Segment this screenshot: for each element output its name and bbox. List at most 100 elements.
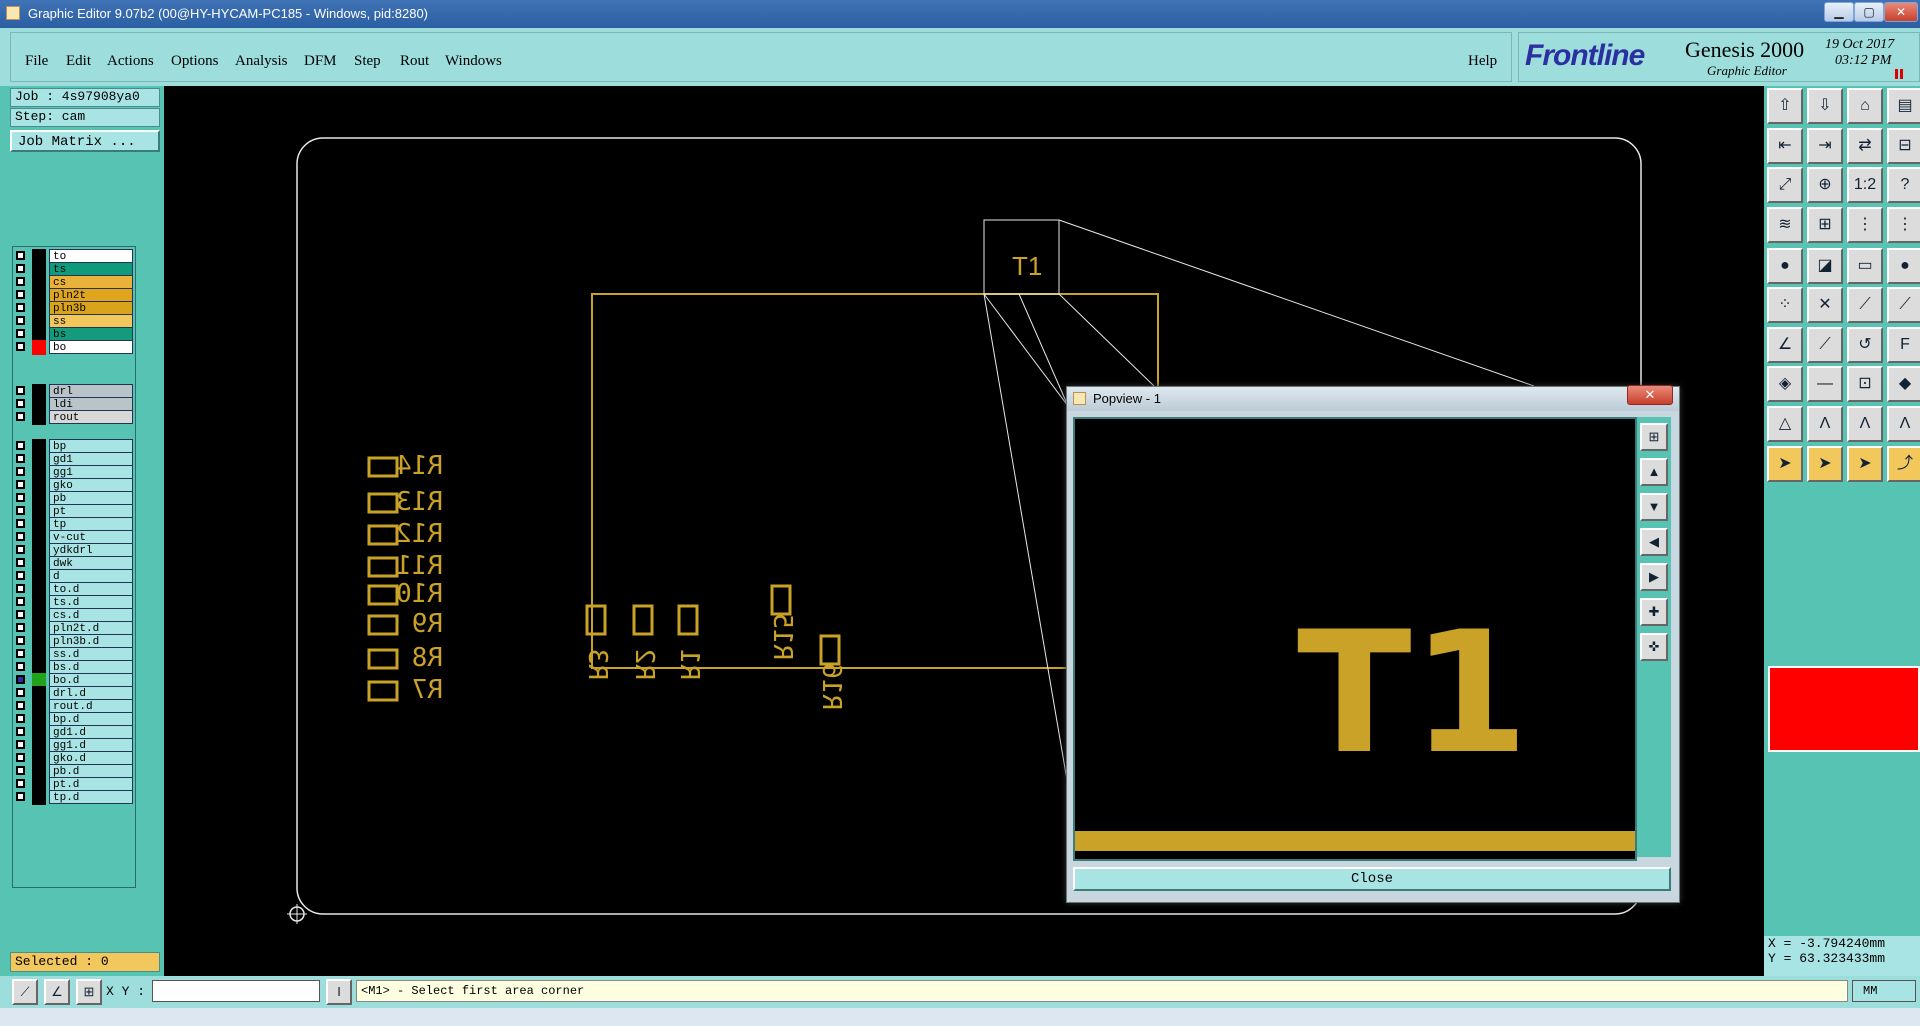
layer-name[interactable]: pt.d [49,777,133,791]
layer-name[interactable]: pln3b [49,301,133,315]
layer-checkbox[interactable] [16,584,25,593]
layer-checkbox[interactable] [16,342,25,351]
layer-row-rout[interactable]: rout [13,410,135,425]
popview-zoom-home-icon[interactable]: ⊞ [1640,423,1668,451]
layer-down-icon[interactable]: ⇩ [1807,88,1843,124]
xy-input[interactable] [152,980,320,1002]
layer-name[interactable]: rout [49,410,133,424]
drill-icon[interactable]: ◈ [1767,366,1803,403]
layer-name[interactable]: bo [49,340,133,354]
select-area-icon[interactable]: ➤ [1847,445,1883,482]
popview-pan-right-icon[interactable]: ▶ [1640,563,1668,591]
minimize-button[interactable]: ▁ [1824,2,1854,22]
menu-analysis[interactable]: Analysis [235,53,288,70]
popview-pan-down-icon[interactable]: ▼ [1640,493,1668,521]
panel-icon[interactable]: ▤ [1887,88,1920,124]
peak-alt-icon[interactable]: Λ [1847,406,1883,442]
layer-checkbox[interactable] [16,779,25,788]
layer-name[interactable]: tp [49,517,133,531]
layer-checkbox[interactable] [16,545,25,554]
popview-close-button[interactable]: Close [1073,867,1671,891]
grid-icon[interactable]: ⊞ [76,979,102,1005]
layer-checkbox[interactable] [16,766,25,775]
split-icon[interactable]: ⊟ [1887,127,1920,164]
layer-checkbox[interactable] [16,558,25,567]
layer-name[interactable]: rout.d [49,699,133,713]
menu-options[interactable]: Options [171,53,219,70]
layer-checkbox[interactable] [16,727,25,736]
layer-name[interactable]: gd1.d [49,725,133,739]
layer-checkbox[interactable] [16,493,25,502]
layer-name[interactable]: ts [49,262,133,276]
menu-help[interactable]: Help [1468,53,1497,70]
layer-checkbox[interactable] [16,316,25,325]
popview-close-icon[interactable]: ✕ [1627,385,1673,405]
layer-checkbox[interactable] [16,714,25,723]
layer-name[interactable]: d [49,569,133,583]
layer-name[interactable]: ydkdrl [49,543,133,557]
layer-name[interactable]: pln3b.d [49,634,133,648]
layer-name[interactable]: cs [49,275,133,289]
layer-name[interactable]: gko.d [49,751,133,765]
delete-icon[interactable]: ✕ [1807,287,1843,324]
layer-checkbox[interactable] [16,386,25,395]
layer-name[interactable]: bs.d [49,660,133,674]
menu-rout[interactable]: Rout [400,53,429,70]
layer-checkbox[interactable] [16,506,25,515]
layer-checkbox[interactable] [16,675,25,684]
layer-name[interactable]: pln2t [49,288,133,302]
move-right-icon[interactable]: ⇥ [1807,127,1843,164]
layer-checkbox[interactable] [16,701,25,710]
layer-checkbox[interactable] [16,571,25,580]
layer-checkbox[interactable] [16,290,25,299]
angle-icon[interactable]: ∠ [44,979,70,1005]
layer-name[interactable]: to [49,249,133,263]
layer-name[interactable]: ss [49,314,133,328]
move-left-icon[interactable]: ⇤ [1767,127,1803,164]
layer-name[interactable]: drl.d [49,686,133,700]
layer-checkbox[interactable] [16,329,25,338]
layer-name[interactable]: to.d [49,582,133,596]
layer-name[interactable]: ss.d [49,647,133,661]
layer-name[interactable]: v-cut [49,530,133,544]
popview-pan-left-icon[interactable]: ◀ [1640,528,1668,556]
layer-name[interactable]: ts.d [49,595,133,609]
text-cursor-icon[interactable]: I [326,979,352,1005]
layer-name[interactable]: bo.d [49,673,133,687]
layer-checkbox[interactable] [16,623,25,632]
grid-toggle-icon[interactable]: ⊞ [1807,206,1843,243]
popview-window[interactable]: Popview - 1 ✕ T1 ⊞ ▲ ▼ ◀ ▶ ✚ ✜ Close [1066,385,1680,903]
layer-name[interactable]: cs.d [49,608,133,622]
peak-icon[interactable]: Λ [1807,406,1843,442]
close-window-button[interactable]: ✕ [1884,2,1918,22]
layer-checkbox[interactable] [16,688,25,697]
layer-checkbox[interactable] [16,740,25,749]
layer-checkbox[interactable] [16,662,25,671]
layer-name[interactable]: ldi [49,397,133,411]
popview-pan-up-icon[interactable]: ▲ [1640,458,1668,486]
select-alt-icon[interactable]: ➤ [1807,445,1843,482]
layer-checkbox[interactable] [16,277,25,286]
layer-checkbox[interactable] [16,532,25,541]
layer-checkbox[interactable] [16,636,25,645]
layer-checkbox[interactable] [16,251,25,260]
connect-icon[interactable]: ⟋ [1847,287,1883,324]
layer-name[interactable]: gg1.d [49,738,133,752]
home-icon[interactable]: ⌂ [1847,88,1883,124]
menu-edit[interactable]: Edit [66,53,91,70]
layer-name[interactable]: dwk [49,556,133,570]
units-select[interactable]: MM [1852,980,1916,1002]
layer-checkbox[interactable] [16,412,25,421]
snap-alt-icon[interactable]: ⋮ [1887,206,1920,243]
font-icon[interactable]: F [1887,326,1920,363]
line-icon[interactable]: ▭ [1847,247,1883,284]
via-icon[interactable]: ⊡ [1847,366,1883,403]
help-icon[interactable]: ? [1887,167,1920,204]
layer-row-bo[interactable]: bo [13,340,135,355]
swap-icon[interactable]: ⇄ [1847,127,1883,164]
layer-name[interactable]: gd1 [49,452,133,466]
slope-icon[interactable]: ⟋ [1807,326,1843,363]
maximize-button[interactable]: ▢ [1854,2,1884,22]
layer-checkbox[interactable] [16,480,25,489]
layer-checkbox[interactable] [16,441,25,450]
